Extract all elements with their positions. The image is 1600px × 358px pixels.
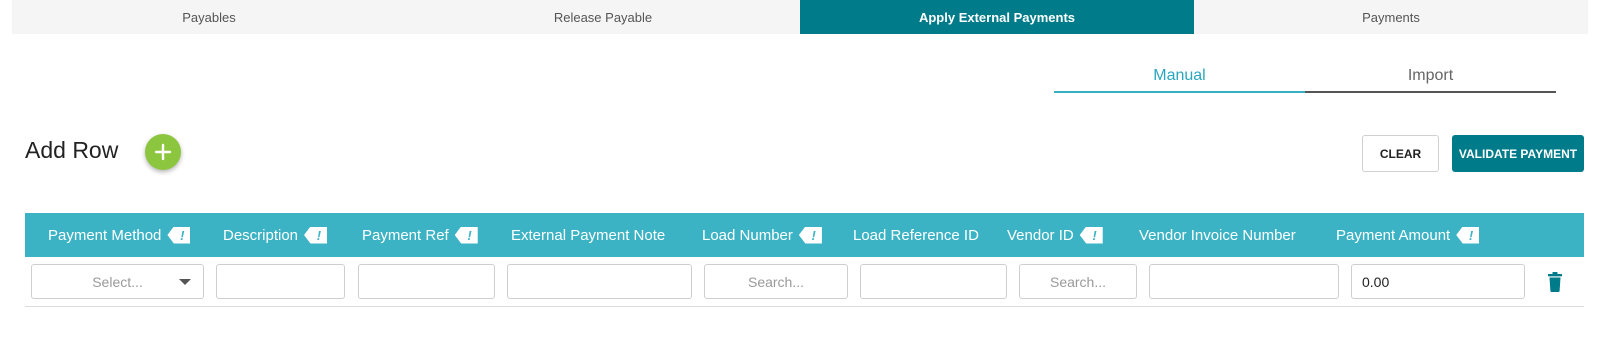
column-header-payment-ref: Payment Ref !	[362, 213, 478, 257]
column-label: Payment Method	[48, 226, 162, 244]
column-header-load-number: Load Number !	[702, 213, 822, 257]
payment-ref-input[interactable]	[358, 264, 495, 299]
column-header-load-reference-id: Load Reference ID	[853, 213, 979, 257]
tab-payables[interactable]: Payables	[12, 0, 406, 34]
column-header-external-payment-note: External Payment Note	[511, 213, 665, 257]
exclamation-tag-icon: !	[454, 226, 478, 244]
table-header: Payment Method ! Description ! Payment R…	[25, 213, 1584, 257]
column-label: Description	[223, 226, 299, 244]
external-payment-note-input[interactable]	[507, 264, 692, 299]
payment-method-select[interactable]: Select...	[31, 264, 204, 299]
chevron-down-icon	[179, 279, 191, 285]
select-placeholder: Select...	[92, 273, 143, 290]
tab-apply-external-payments[interactable]: Apply External Payments	[800, 0, 1194, 34]
load-reference-id-input[interactable]	[860, 264, 1007, 299]
tab-payments[interactable]: Payments	[1194, 0, 1588, 34]
exclamation-tag-icon: !	[167, 226, 191, 244]
trash-icon[interactable]	[1547, 272, 1563, 292]
column-label: Payment Amount	[1336, 226, 1451, 244]
column-header-vendor-invoice-number: Vendor Invoice Number	[1139, 213, 1296, 257]
top-tab-bar: Payables Release Payable Apply External …	[12, 0, 1588, 34]
validate-payment-button[interactable]: VALIDATE PAYMENT	[1452, 135, 1584, 172]
add-row-button[interactable]	[145, 134, 181, 170]
column-label: Vendor ID	[1007, 226, 1074, 244]
plus-icon	[154, 143, 172, 161]
add-row-title: Add Row	[25, 137, 119, 163]
tab-import[interactable]: Import	[1305, 62, 1556, 93]
column-label: External Payment Note	[511, 226, 666, 244]
vendor-invoice-number-input[interactable]	[1149, 264, 1339, 299]
payment-amount-input[interactable]	[1351, 264, 1525, 299]
exclamation-tag-icon: !	[798, 226, 822, 244]
column-header-description: Description !	[223, 213, 328, 257]
column-header-payment-amount: Payment Amount !	[1336, 213, 1480, 257]
tab-release-payable[interactable]: Release Payable	[406, 0, 800, 34]
exclamation-tag-icon: !	[304, 226, 328, 244]
vendor-id-search[interactable]	[1019, 264, 1137, 299]
column-header-payment-method: Payment Method !	[48, 213, 191, 257]
column-label: Vendor Invoice Number	[1139, 226, 1296, 244]
exclamation-tag-icon: !	[1079, 226, 1103, 244]
column-label: Load Reference ID	[853, 226, 979, 244]
table-row: Select...	[25, 257, 1584, 307]
description-input[interactable]	[216, 264, 345, 299]
exclamation-tag-icon: !	[1456, 226, 1480, 244]
entry-mode-tabs: Manual Import	[1054, 62, 1556, 93]
column-label: Load Number	[702, 226, 793, 244]
load-number-search[interactable]	[704, 264, 848, 299]
column-label: Payment Ref	[362, 226, 449, 244]
clear-button[interactable]: CLEAR	[1362, 135, 1439, 172]
tab-manual[interactable]: Manual	[1054, 62, 1305, 93]
column-header-vendor-id: Vendor ID !	[1007, 213, 1103, 257]
